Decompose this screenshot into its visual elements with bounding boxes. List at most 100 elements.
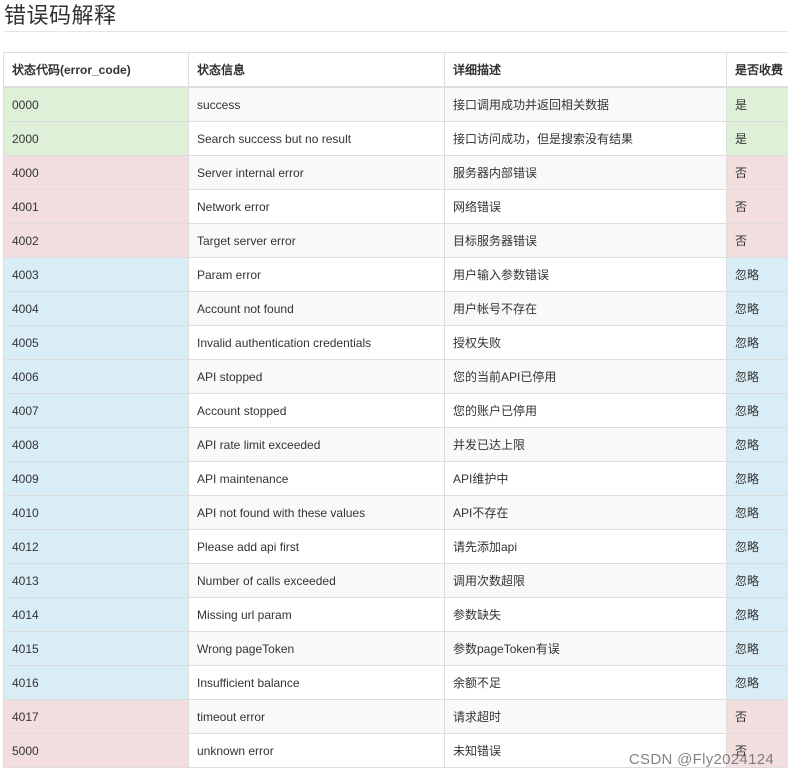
- cell-status-message: Network error: [188, 189, 445, 224]
- cell-description: 参数缺失: [444, 597, 727, 632]
- cell-charged: 是: [726, 86, 788, 122]
- cell-description: 调用次数超限: [444, 563, 727, 598]
- cell-error-code: 4013: [3, 563, 189, 598]
- cell-description: 未知错误: [444, 733, 727, 768]
- cell-charged: 否: [726, 189, 788, 224]
- table-row: 4000 Server internal error 服务器内部错误否: [3, 155, 788, 190]
- cell-charged: 忽略: [726, 665, 788, 700]
- cell-description: 参数pageToken有误: [444, 631, 727, 666]
- cell-error-code: 4007: [3, 393, 189, 428]
- table-row: 4006 API stopped 您的当前API已停用 忽略: [3, 359, 788, 394]
- cell-error-code: 4003: [3, 257, 189, 292]
- error-code-table: 状态代码(error_code) 状态信息 详细描述 是否收费 0000 succ…: [3, 52, 788, 768]
- header-status-message: 状态信息: [188, 52, 445, 88]
- cell-status-message: unknown error: [188, 733, 445, 768]
- cell-description: 网络错误: [444, 189, 727, 224]
- cell-status-message: Search success but no result: [188, 121, 445, 156]
- cell-error-code: 4001: [3, 189, 189, 224]
- cell-description: 目标服务器错误: [444, 223, 727, 258]
- cell-charged: 忽略: [726, 461, 788, 496]
- cell-status-message: timeout error: [188, 699, 445, 734]
- header-charged: 是否收费: [726, 52, 788, 88]
- cell-charged: 忽略: [726, 563, 788, 598]
- cell-error-code: 4015: [3, 631, 189, 666]
- cell-description: 您的当前API已停用: [444, 359, 727, 394]
- page-title: 错误码解释: [4, 3, 117, 28]
- table-row: 4002 Target server error 目标服务器错误否: [3, 223, 788, 258]
- cell-description: 接口调用成功并返回相关数据: [444, 86, 727, 122]
- cell-status-message: Param error: [188, 257, 445, 292]
- table-row: 4009 API maintenance API维护中 忽略: [3, 461, 788, 496]
- table-row: 4004 Account not found 用户帐号不存在 忽略: [3, 291, 788, 326]
- table-row: 4014 Missing url param 参数缺失 忽略: [3, 597, 788, 632]
- cell-error-code: 4008: [3, 427, 189, 462]
- cell-status-message: success: [188, 86, 445, 122]
- cell-status-message: Account not found: [188, 291, 445, 326]
- cell-charged: 忽略: [726, 325, 788, 360]
- cell-status-message: API maintenance: [188, 461, 445, 496]
- cell-description: 用户输入参数错误: [444, 257, 727, 292]
- cell-description: 服务器内部错误: [444, 155, 727, 190]
- cell-charged: 忽略: [726, 427, 788, 462]
- cell-status-message: Server internal error: [188, 155, 445, 190]
- cell-error-code: 4002: [3, 223, 189, 258]
- table-row: 4017 timeout error 请求超时否: [3, 699, 788, 734]
- cell-charged: 否: [726, 155, 788, 190]
- error-code-table-container: 状态代码(error_code) 状态信息 详细描述 是否收费 0000 succ…: [3, 52, 788, 768]
- cell-description: 请先添加api: [444, 529, 727, 564]
- cell-error-code: 4017: [3, 699, 189, 734]
- cell-charged: 忽略: [726, 495, 788, 530]
- cell-status-message: Account stopped: [188, 393, 445, 428]
- cell-status-message: Missing url param: [188, 597, 445, 632]
- cell-status-message: Please add api first: [188, 529, 445, 564]
- table-body: 0000 success 接口调用成功并返回相关数据是 2000 Search succ…: [3, 86, 788, 768]
- table-row: 4016 Insufficient balance 余额不足 忽略: [3, 665, 788, 700]
- cell-status-message: Insufficient balance: [188, 665, 445, 700]
- cell-error-code: 0000: [3, 86, 189, 122]
- cell-description: API不存在: [444, 495, 727, 530]
- cell-description: 用户帐号不存在: [444, 291, 727, 326]
- cell-charged: 忽略: [726, 359, 788, 394]
- cell-charged: 是: [726, 121, 788, 156]
- header-description: 详细描述: [444, 52, 727, 88]
- cell-description: 接口访问成功，但是搜索没有结果: [444, 121, 727, 156]
- table-row: 4007 Account stopped 您的账户已停用 忽略: [3, 393, 788, 428]
- cell-description: API维护中: [444, 461, 727, 496]
- table-row: 4005 Invalid authentication credentials 授权…: [3, 325, 788, 360]
- cell-error-code: 4010: [3, 495, 189, 530]
- cell-description: 余额不足: [444, 665, 727, 700]
- cell-status-message: Target server error: [188, 223, 445, 258]
- cell-error-code: 2000: [3, 121, 189, 156]
- table-row: 0000 success 接口调用成功并返回相关数据是: [3, 86, 788, 122]
- cell-status-message: API rate limit exceeded: [188, 427, 445, 462]
- cell-charged: 否: [726, 733, 788, 768]
- cell-charged: 忽略: [726, 291, 788, 326]
- cell-charged: 忽略: [726, 257, 788, 292]
- cell-status-message: Number of calls exceeded: [188, 563, 445, 598]
- table-row: 5000 unknown error 未知错误否: [3, 733, 788, 768]
- cell-error-code: 4006: [3, 359, 189, 394]
- table-header-row: 状态代码(error_code) 状态信息 详细描述 是否收费: [3, 52, 788, 88]
- table-row: 4010 API not found with these values API不存…: [3, 495, 788, 530]
- table-row: 2000 Search success but no result 接口访问成功，但…: [3, 121, 788, 156]
- cell-error-code: 4005: [3, 325, 189, 360]
- cell-status-message: API not found with these values: [188, 495, 445, 530]
- cell-error-code: 4012: [3, 529, 189, 564]
- cell-charged: 忽略: [726, 393, 788, 428]
- table-row: 4013 Number of calls exceeded 调用次数超限 忽略: [3, 563, 788, 598]
- cell-description: 请求超时: [444, 699, 727, 734]
- cell-status-message: Invalid authentication credentials: [188, 325, 445, 360]
- cell-error-code: 4009: [3, 461, 189, 496]
- cell-error-code: 4014: [3, 597, 189, 632]
- table-row: 4012 Please add api first 请先添加api 忽略: [3, 529, 788, 564]
- cell-charged: 忽略: [726, 597, 788, 632]
- table-row: 4001 Network error 网络错误否: [3, 189, 788, 224]
- cell-error-code: 4000: [3, 155, 189, 190]
- cell-charged: 忽略: [726, 529, 788, 564]
- header-error-code: 状态代码(error_code): [3, 52, 189, 88]
- table-row: 4003 Param error 用户输入参数错误 忽略: [3, 257, 788, 292]
- table-row: 4008 API rate limit exceeded 并发已达上限 忽略: [3, 427, 788, 462]
- cell-charged: 否: [726, 699, 788, 734]
- title-divider: [4, 31, 788, 32]
- cell-description: 授权失败: [444, 325, 727, 360]
